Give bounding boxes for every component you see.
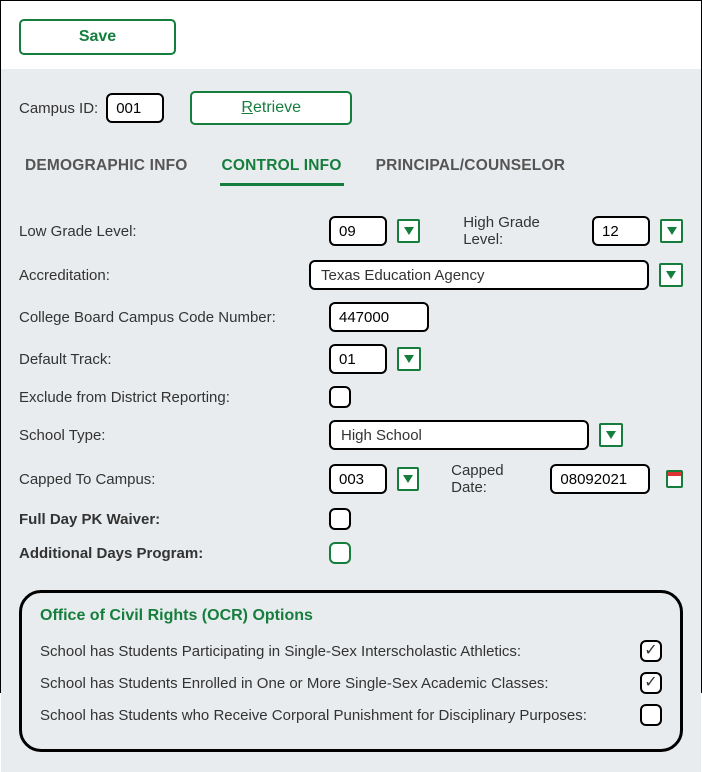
full-day-pk-label: Full Day PK Waiver: — [19, 511, 329, 528]
retrieve-button[interactable]: Retrieve — [190, 91, 352, 125]
default-track-dropdown-button[interactable] — [397, 347, 421, 371]
chevron-down-icon — [666, 271, 676, 279]
capped-date-label: Capped Date: — [451, 462, 536, 496]
row-grade-levels: Low Grade Level: High Grade Level: — [19, 208, 683, 254]
tabs: DEMOGRAPHIC INFO CONTROL INFO PRINCIPAL/… — [19, 151, 683, 192]
form-area: Campus ID: Retrieve DEMOGRAPHIC INFO CON… — [1, 69, 701, 772]
accreditation-dropdown-button[interactable] — [659, 263, 683, 287]
high-grade-label: High Grade Level: — [463, 214, 578, 248]
full-day-pk-checkbox[interactable] — [329, 508, 351, 530]
school-type-select[interactable]: High School — [329, 420, 589, 450]
accreditation-value: Texas Education Agency — [321, 267, 641, 284]
ocr-row-corporal: School has Students who Receive Corporal… — [40, 699, 662, 731]
capped-to-label: Capped To Campus: — [19, 471, 329, 488]
chevron-down-icon — [403, 475, 413, 483]
default-track-label: Default Track: — [19, 351, 329, 368]
chevron-down-icon — [404, 355, 414, 363]
ocr-options-box: Office of Civil Rights (OCR) Options Sch… — [19, 590, 683, 752]
additional-days-label: Additional Days Program: — [19, 545, 329, 562]
capped-to-dropdown-button[interactable] — [397, 467, 419, 491]
row-default-track: Default Track: — [19, 338, 683, 380]
cb-code-input[interactable] — [329, 302, 429, 332]
ocr-athletics-checkbox[interactable]: ✓ — [640, 640, 662, 662]
ocr-corporal-checkbox[interactable] — [640, 704, 662, 726]
check-icon: ✓ — [644, 643, 657, 659]
tab-control-info[interactable]: CONTROL INFO — [220, 151, 344, 186]
chevron-down-icon — [404, 227, 414, 235]
chevron-down-icon — [667, 227, 677, 235]
low-grade-label: Low Grade Level: — [19, 223, 329, 240]
row-exclude: Exclude from District Reporting: — [19, 380, 683, 414]
save-button[interactable]: Save — [19, 19, 176, 55]
school-type-dropdown-button[interactable] — [599, 423, 623, 447]
ocr-classes-label: School has Students Enrolled in One or M… — [40, 675, 640, 692]
ocr-row-athletics: School has Students Participating in Sin… — [40, 635, 662, 667]
ocr-athletics-label: School has Students Participating in Sin… — [40, 643, 640, 660]
ocr-classes-checkbox[interactable]: ✓ — [640, 672, 662, 694]
accreditation-label: Accreditation: — [19, 267, 309, 284]
additional-days-checkbox[interactable] — [329, 542, 351, 564]
campus-row: Campus ID: Retrieve — [19, 69, 683, 151]
calendar-icon[interactable] — [666, 470, 683, 488]
row-full-day-pk: Full Day PK Waiver: — [19, 502, 683, 536]
campus-id-input[interactable] — [106, 93, 164, 123]
ocr-corporal-label: School has Students who Receive Corporal… — [40, 707, 640, 724]
chevron-down-icon — [606, 431, 616, 439]
ocr-title: Office of Civil Rights (OCR) Options — [40, 607, 662, 625]
retrieve-underline: R — [241, 99, 253, 116]
exclude-label: Exclude from District Reporting: — [19, 389, 329, 406]
default-track-input[interactable] — [329, 344, 387, 374]
tab-demographic-info[interactable]: DEMOGRAPHIC INFO — [23, 151, 190, 186]
school-type-label: School Type: — [19, 427, 329, 444]
cb-code-label: College Board Campus Code Number: — [19, 309, 329, 326]
top-bar: Save — [1, 1, 701, 69]
row-additional-days: Additional Days Program: — [19, 536, 683, 570]
accreditation-select[interactable]: Texas Education Agency — [309, 260, 649, 290]
exclude-checkbox[interactable] — [329, 386, 351, 408]
capped-date-input[interactable] — [550, 464, 650, 494]
row-capped: Capped To Campus: Capped Date: — [19, 456, 683, 502]
school-type-value: High School — [341, 427, 581, 444]
retrieve-rest: etrieve — [253, 99, 301, 116]
check-icon: ✓ — [644, 675, 657, 691]
row-school-type: School Type: High School — [19, 414, 683, 456]
low-grade-input[interactable] — [329, 216, 387, 246]
ocr-row-classes: School has Students Enrolled in One or M… — [40, 667, 662, 699]
row-accreditation: Accreditation: Texas Education Agency — [19, 254, 683, 296]
row-cb-code: College Board Campus Code Number: — [19, 296, 683, 338]
high-grade-input[interactable] — [592, 216, 650, 246]
low-grade-dropdown-button[interactable] — [397, 219, 420, 243]
high-grade-dropdown-button[interactable] — [660, 219, 683, 243]
app-window: Save Campus ID: Retrieve DEMOGRAPHIC INF… — [0, 0, 702, 693]
capped-to-input[interactable] — [329, 464, 387, 494]
tab-principal-counselor[interactable]: PRINCIPAL/COUNSELOR — [374, 151, 568, 186]
campus-id-label: Campus ID: — [19, 100, 98, 117]
